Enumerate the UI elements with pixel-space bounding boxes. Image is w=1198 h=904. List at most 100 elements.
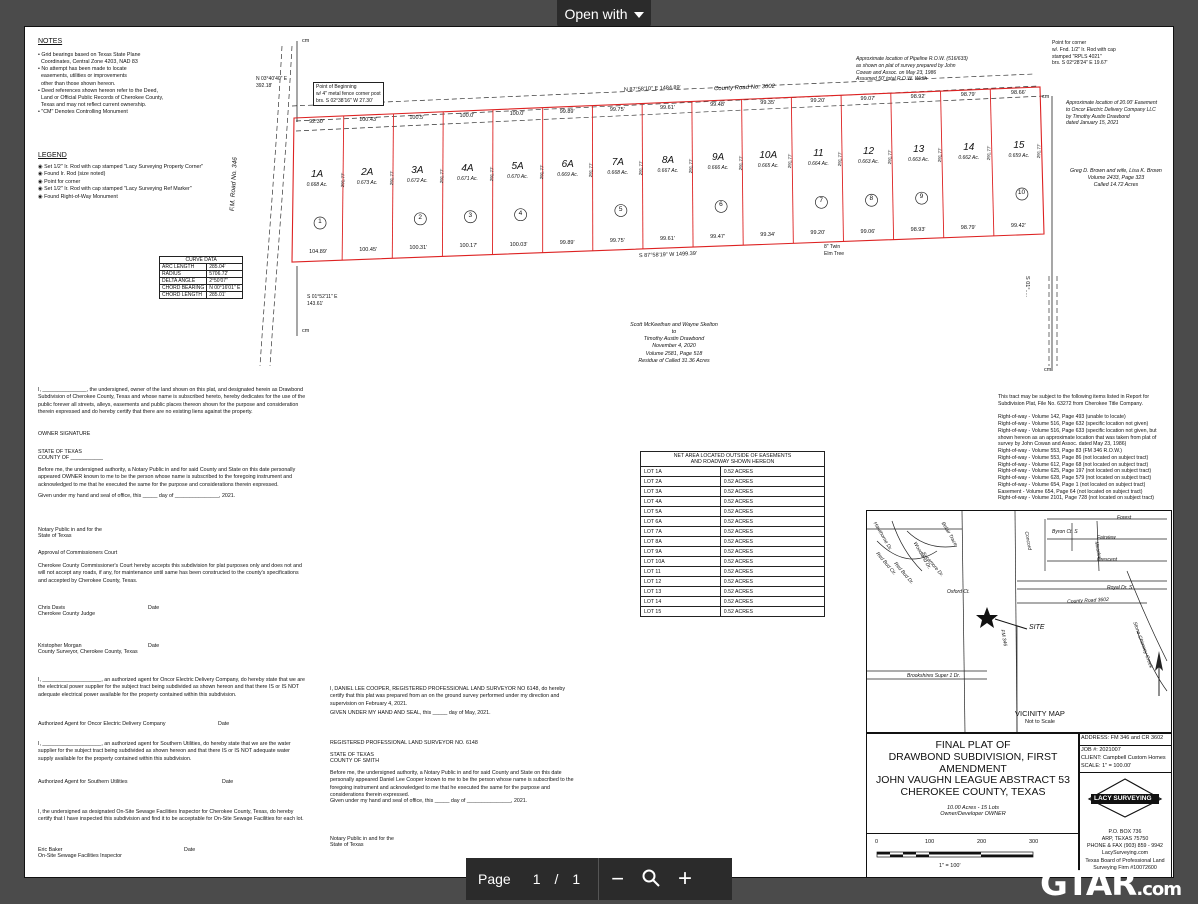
net-area-cell: 0.52 ACRES <box>720 507 824 517</box>
easement-line: by Timothy Austin Drawbond <box>1066 114 1157 121</box>
lot-circle-number: 8 <box>870 195 874 204</box>
brand-name: GTAR <box>1040 864 1136 904</box>
lot-line <box>392 114 393 258</box>
surveyor-cert-text: I, DANIEL LEE COOPER, REGISTERED PROFESS… <box>330 686 578 708</box>
subject-item: Right-of-way - Volume 142, Page 493 (una… <box>998 414 1170 421</box>
curve-row: RADIUS5706.72' <box>160 271 243 278</box>
lot-frontage: 100.17' <box>459 243 477 250</box>
lot-side-length: 291.77' <box>638 160 645 175</box>
lot-number: 5A <box>498 161 538 172</box>
site-star-icon <box>976 607 1027 629</box>
lot-frontage: 99.06' <box>861 229 876 236</box>
corner-line: w/. Fnd. 1/2" Ir. Rod with cap <box>1052 47 1116 54</box>
net-area-cell: 0.52 ACRES <box>720 577 824 587</box>
south-owner-line: Scott McKeethan and Wayne Skelton <box>604 322 744 329</box>
net-area-cell: 0.52 ACRES <box>720 587 824 597</box>
net-area-cell: LOT 10A <box>641 557 721 567</box>
owner-cert-text: Cherokee County Judge <box>38 611 306 618</box>
zoom-out-button[interactable]: − <box>611 866 624 892</box>
vicinity-street-label: Fairview <box>1097 535 1116 542</box>
net-area-cell: LOT 15 <box>641 607 721 617</box>
lot-rear: 98.92' <box>911 94 926 101</box>
lot-frontage: 100.31' <box>409 245 427 252</box>
net-area-row: LOT 130.52 ACRES <box>641 587 825 597</box>
vicinity-street-label: Forest <box>1117 515 1131 522</box>
subject-item: This tract may be subject to the followi… <box>998 394 1170 408</box>
info-block: ADDRESS: FM 346 and CR 3602 JOB #: 20210… <box>1078 732 1172 878</box>
bearing-nw-line: N 03°40'40" E <box>256 76 287 83</box>
lot-number: 11 <box>798 148 838 159</box>
owner-cert-text: I, the undersigned as designated On-Site… <box>38 809 306 824</box>
corner-line: Point for corner <box>1052 40 1116 47</box>
lot-acreage: 0.668 Ac. <box>297 182 337 188</box>
surveyor-cert-text: REGISTERED PROFESSIONAL LAND SURVEYOR NO… <box>330 740 578 747</box>
owner-cert-text: State of Texas <box>38 533 306 540</box>
lot-rear: 99.48' <box>710 102 725 109</box>
owner-cert-text: On-Site Sewage Facilities Inspector <box>38 853 306 860</box>
net-area-row: LOT 120.52 ACRES <box>641 577 825 587</box>
lot-side-length: 291.77' <box>1036 144 1043 159</box>
magnify-icon[interactable] <box>642 869 660 890</box>
brand-suffix: .com <box>1136 879 1181 900</box>
net-area-cell: 0.52 ACRES <box>720 467 824 477</box>
lot-side-length: 291.77' <box>738 156 745 171</box>
easement-note: Approximate location of 20.00' Easementt… <box>1066 100 1157 127</box>
net-area-row: LOT 2A0.52 ACRES <box>641 477 825 487</box>
subject-item: Right-of-way - Volume 2101, Page 728 (no… <box>998 495 1170 502</box>
lot-line <box>941 91 944 238</box>
lot-acreage: 0.668 Ac. <box>598 170 638 176</box>
lot-line <box>692 101 693 247</box>
lot-line <box>642 104 643 249</box>
lot-number: 7A <box>598 157 638 168</box>
lot-frontage: 98.79' <box>961 225 976 232</box>
lot-rear: 100.0' <box>510 111 525 118</box>
curve-cell: N 00°16'01" E <box>207 285 243 292</box>
lot-side-length: 291.77' <box>439 168 446 183</box>
net-area-row: LOT 140.52 ACRES <box>641 597 825 607</box>
subject-to-list: This tract may be subject to the followi… <box>998 394 1170 502</box>
page-label: Page <box>478 871 511 887</box>
lot-side-length: 291.77' <box>489 166 496 181</box>
net-area-cell: LOT 4A <box>641 497 721 507</box>
open-with-button[interactable]: Open with <box>557 0 651 27</box>
bearing-sw-line: S 01°52'11" E <box>307 294 338 301</box>
owner-cert-text: I, ____________________, an authorized a… <box>38 677 306 699</box>
east-owner-note: Greg D. Brown and wife, Lisa K. BrownVol… <box>1070 168 1162 189</box>
surveyor-cert-text: COUNTY OF SMITH <box>330 758 578 765</box>
lot-side-length: 291.77' <box>688 158 695 173</box>
pipeline-line: Assumed 50' total R.O.W. Width <box>856 76 968 83</box>
lot-line <box>742 99 744 245</box>
lot-side-length: 291.77' <box>539 164 546 179</box>
lot-rear: 100.5' <box>409 115 424 122</box>
cm-label-2: cm <box>302 328 309 335</box>
info-scale: SCALE: 1" = 100.00' <box>1081 763 1131 770</box>
pob-line: Point of Beginning <box>316 84 381 91</box>
twin-elm-tree: 8" TwinElm Tree <box>824 244 844 258</box>
net-area-row: LOT 1A0.52 ACRES <box>641 467 825 477</box>
net-area-cell: 0.52 ACRES <box>720 487 824 497</box>
subject-item: Easement - Volume 654, Page 64 (not loca… <box>998 489 1170 496</box>
zoom-in-button[interactable]: + <box>678 865 692 893</box>
subject-item: Right-of-way - Volume 516, Page 632 (spe… <box>998 421 1170 428</box>
net-area-row: LOT 8A0.52 ACRES <box>641 537 825 547</box>
lot-rear: 99.61' <box>660 105 675 112</box>
info-line: LacySurveying.com <box>1079 850 1171 857</box>
owner-cert-text: Cherokee County Commissioner's Court her… <box>38 563 306 585</box>
lot-side-length: 291.77' <box>937 148 944 163</box>
lot-line <box>891 93 894 239</box>
lot-acreage: 0.663 Ac. <box>899 157 939 163</box>
curve-cell: ARC LENGTH <box>160 264 207 271</box>
page-current[interactable]: 1 <box>533 871 541 887</box>
net-area-cell: 0.52 ACRES <box>720 597 824 607</box>
lot-side-length: 291.77' <box>837 152 844 167</box>
lot-acreage: 0.665 Ac. <box>748 163 788 169</box>
easement-line: dated January 15, 2021 <box>1066 120 1157 127</box>
scale-tick-200: 200 <box>977 839 986 846</box>
east-owner-line: Greg D. Brown and wife, Lisa K. Brown <box>1070 168 1162 175</box>
curve-cell: 2°50'07" <box>207 278 243 285</box>
net-area-row: LOT 7A0.52 ACRES <box>641 527 825 537</box>
net-area-cell: 0.52 ACRES <box>720 517 824 527</box>
south-owner-line: November 4, 2020 <box>604 343 744 350</box>
bearing-northwest: N 03°40'40" E392.18' <box>256 76 287 90</box>
scale-text: 1" = 100' <box>939 863 961 870</box>
